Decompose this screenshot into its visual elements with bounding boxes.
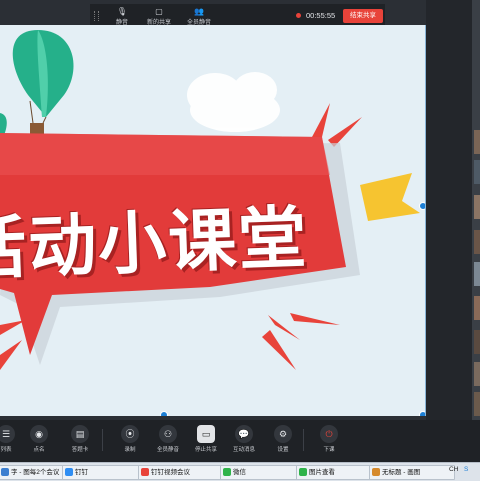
divider bbox=[102, 429, 103, 451]
resize-handle[interactable] bbox=[419, 411, 425, 416]
video-thumbnail[interactable] bbox=[474, 160, 480, 184]
video-thumbnail[interactable] bbox=[474, 130, 480, 154]
wechat-icon bbox=[223, 468, 231, 476]
video-thumbnail[interactable] bbox=[474, 195, 480, 219]
message-icon: 💬 bbox=[235, 425, 253, 443]
video-thumbnail[interactable] bbox=[474, 362, 480, 386]
end-class-label: 下课 bbox=[323, 447, 335, 453]
answer-card-icon: ▤ bbox=[71, 425, 89, 443]
video-thumbnail[interactable] bbox=[474, 392, 480, 416]
taskbar-item-label: 钉钉视频会议 bbox=[151, 469, 190, 476]
video-meeting-icon bbox=[141, 468, 149, 476]
taskbar-item-label: 图片查看 bbox=[309, 469, 335, 476]
taskbar-item[interactable]: 字 - 图每2个会议 bbox=[0, 465, 70, 480]
stop-share-button[interactable]: ▭ 停止共享 bbox=[188, 425, 224, 453]
power-icon: ⏻ bbox=[320, 425, 338, 443]
participants-icon: ☰ bbox=[0, 425, 15, 443]
roll-call-button[interactable]: ◉ 点名 bbox=[21, 425, 57, 453]
slide-title: 活动小课堂 bbox=[0, 198, 310, 291]
participants-label: 列表 bbox=[0, 447, 12, 453]
stop-share-label: 停止共享 bbox=[194, 447, 217, 453]
app-icon bbox=[1, 468, 9, 476]
new-share-button[interactable]: ▢ 新的共享 bbox=[145, 7, 173, 26]
video-thumbnail[interactable] bbox=[474, 330, 480, 354]
answer-card-label: 答题卡 bbox=[71, 447, 89, 453]
settings-icon: ⚙ bbox=[274, 425, 292, 443]
end-class-button[interactable]: ⏻ 下课 bbox=[311, 425, 347, 453]
mute-all-button[interactable]: 👥 全员静音 bbox=[185, 7, 213, 26]
settings-label: 设置 bbox=[277, 447, 289, 453]
balloon-big bbox=[12, 30, 74, 135]
taskbar-item-label: 无标题 - 画图 bbox=[382, 469, 421, 476]
end-share-button[interactable]: 结束共享 bbox=[343, 9, 383, 23]
video-thumbnail[interactable] bbox=[474, 296, 480, 320]
meeting-toolbar: ☰ 列表 ◉ 点名 ▤ 答题卡 ⦿ 录制 ⚇ 全员静音 ▭ 停止共享 💬 互动消… bbox=[0, 420, 480, 462]
taskbar-item[interactable]: 钉钉 bbox=[62, 465, 146, 480]
microphone-icon: 🎙 bbox=[116, 7, 128, 16]
mute-button[interactable]: 🎙 静音 bbox=[108, 7, 136, 26]
divider bbox=[303, 429, 304, 451]
message-label: 互动消息 bbox=[232, 447, 255, 453]
record-label: 录制 bbox=[124, 447, 136, 453]
video-thumbnail[interactable] bbox=[474, 262, 480, 286]
dingtalk-icon bbox=[65, 468, 73, 476]
taskbar-item-label: 字 - 图每2个会议 bbox=[11, 469, 60, 476]
input-language-indicator[interactable]: CH bbox=[449, 466, 458, 473]
resize-handle[interactable] bbox=[419, 202, 425, 210]
record-button[interactable]: ⦿ 录制 bbox=[112, 425, 148, 453]
recording-indicator bbox=[296, 13, 301, 18]
share-timer: 00:55:55 bbox=[306, 11, 336, 20]
record-icon: ⦿ bbox=[121, 425, 139, 443]
input-method-indicator[interactable]: S bbox=[464, 466, 468, 473]
mute-all-button[interactable]: ⚇ 全员静音 bbox=[150, 425, 186, 453]
stop-share-icon: ▭ bbox=[197, 425, 215, 443]
mute-all-label: 全员静音 bbox=[156, 447, 179, 453]
image-viewer-icon bbox=[299, 468, 307, 476]
shared-screen: 活动小课堂 bbox=[0, 25, 426, 416]
settings-button[interactable]: ⚙ 设置 bbox=[265, 425, 301, 453]
taskbar-item[interactable]: 图片查看 bbox=[296, 465, 380, 480]
mute-all-icon: 👥 bbox=[194, 7, 204, 16]
taskbar-item-label: 微信 bbox=[233, 469, 246, 476]
taskbar-item-label: 钉钉 bbox=[75, 469, 88, 476]
roll-call-label: 点名 bbox=[33, 447, 45, 453]
video-thumbnail[interactable] bbox=[474, 230, 480, 254]
drag-handle[interactable] bbox=[94, 11, 99, 21]
new-share-icon: ▢ bbox=[155, 7, 163, 16]
taskbar-item[interactable]: 钉钉视频会议 bbox=[138, 465, 228, 480]
paint-icon bbox=[372, 468, 380, 476]
taskbar-item[interactable]: 无标题 - 画图 bbox=[369, 465, 455, 480]
taskbar-item[interactable]: 微信 bbox=[220, 465, 308, 480]
resize-handle[interactable] bbox=[160, 411, 168, 416]
answer-card-button[interactable]: ▤ 答题卡 bbox=[62, 425, 98, 453]
taskbar: 字 - 图每2个会议 钉钉 钉钉视频会议 微信 图片查看 无标题 - 画图 CH… bbox=[0, 462, 480, 481]
message-button[interactable]: 💬 互动消息 bbox=[226, 425, 262, 453]
roll-call-icon: ◉ bbox=[30, 425, 48, 443]
mute-all-icon: ⚇ bbox=[159, 425, 177, 443]
